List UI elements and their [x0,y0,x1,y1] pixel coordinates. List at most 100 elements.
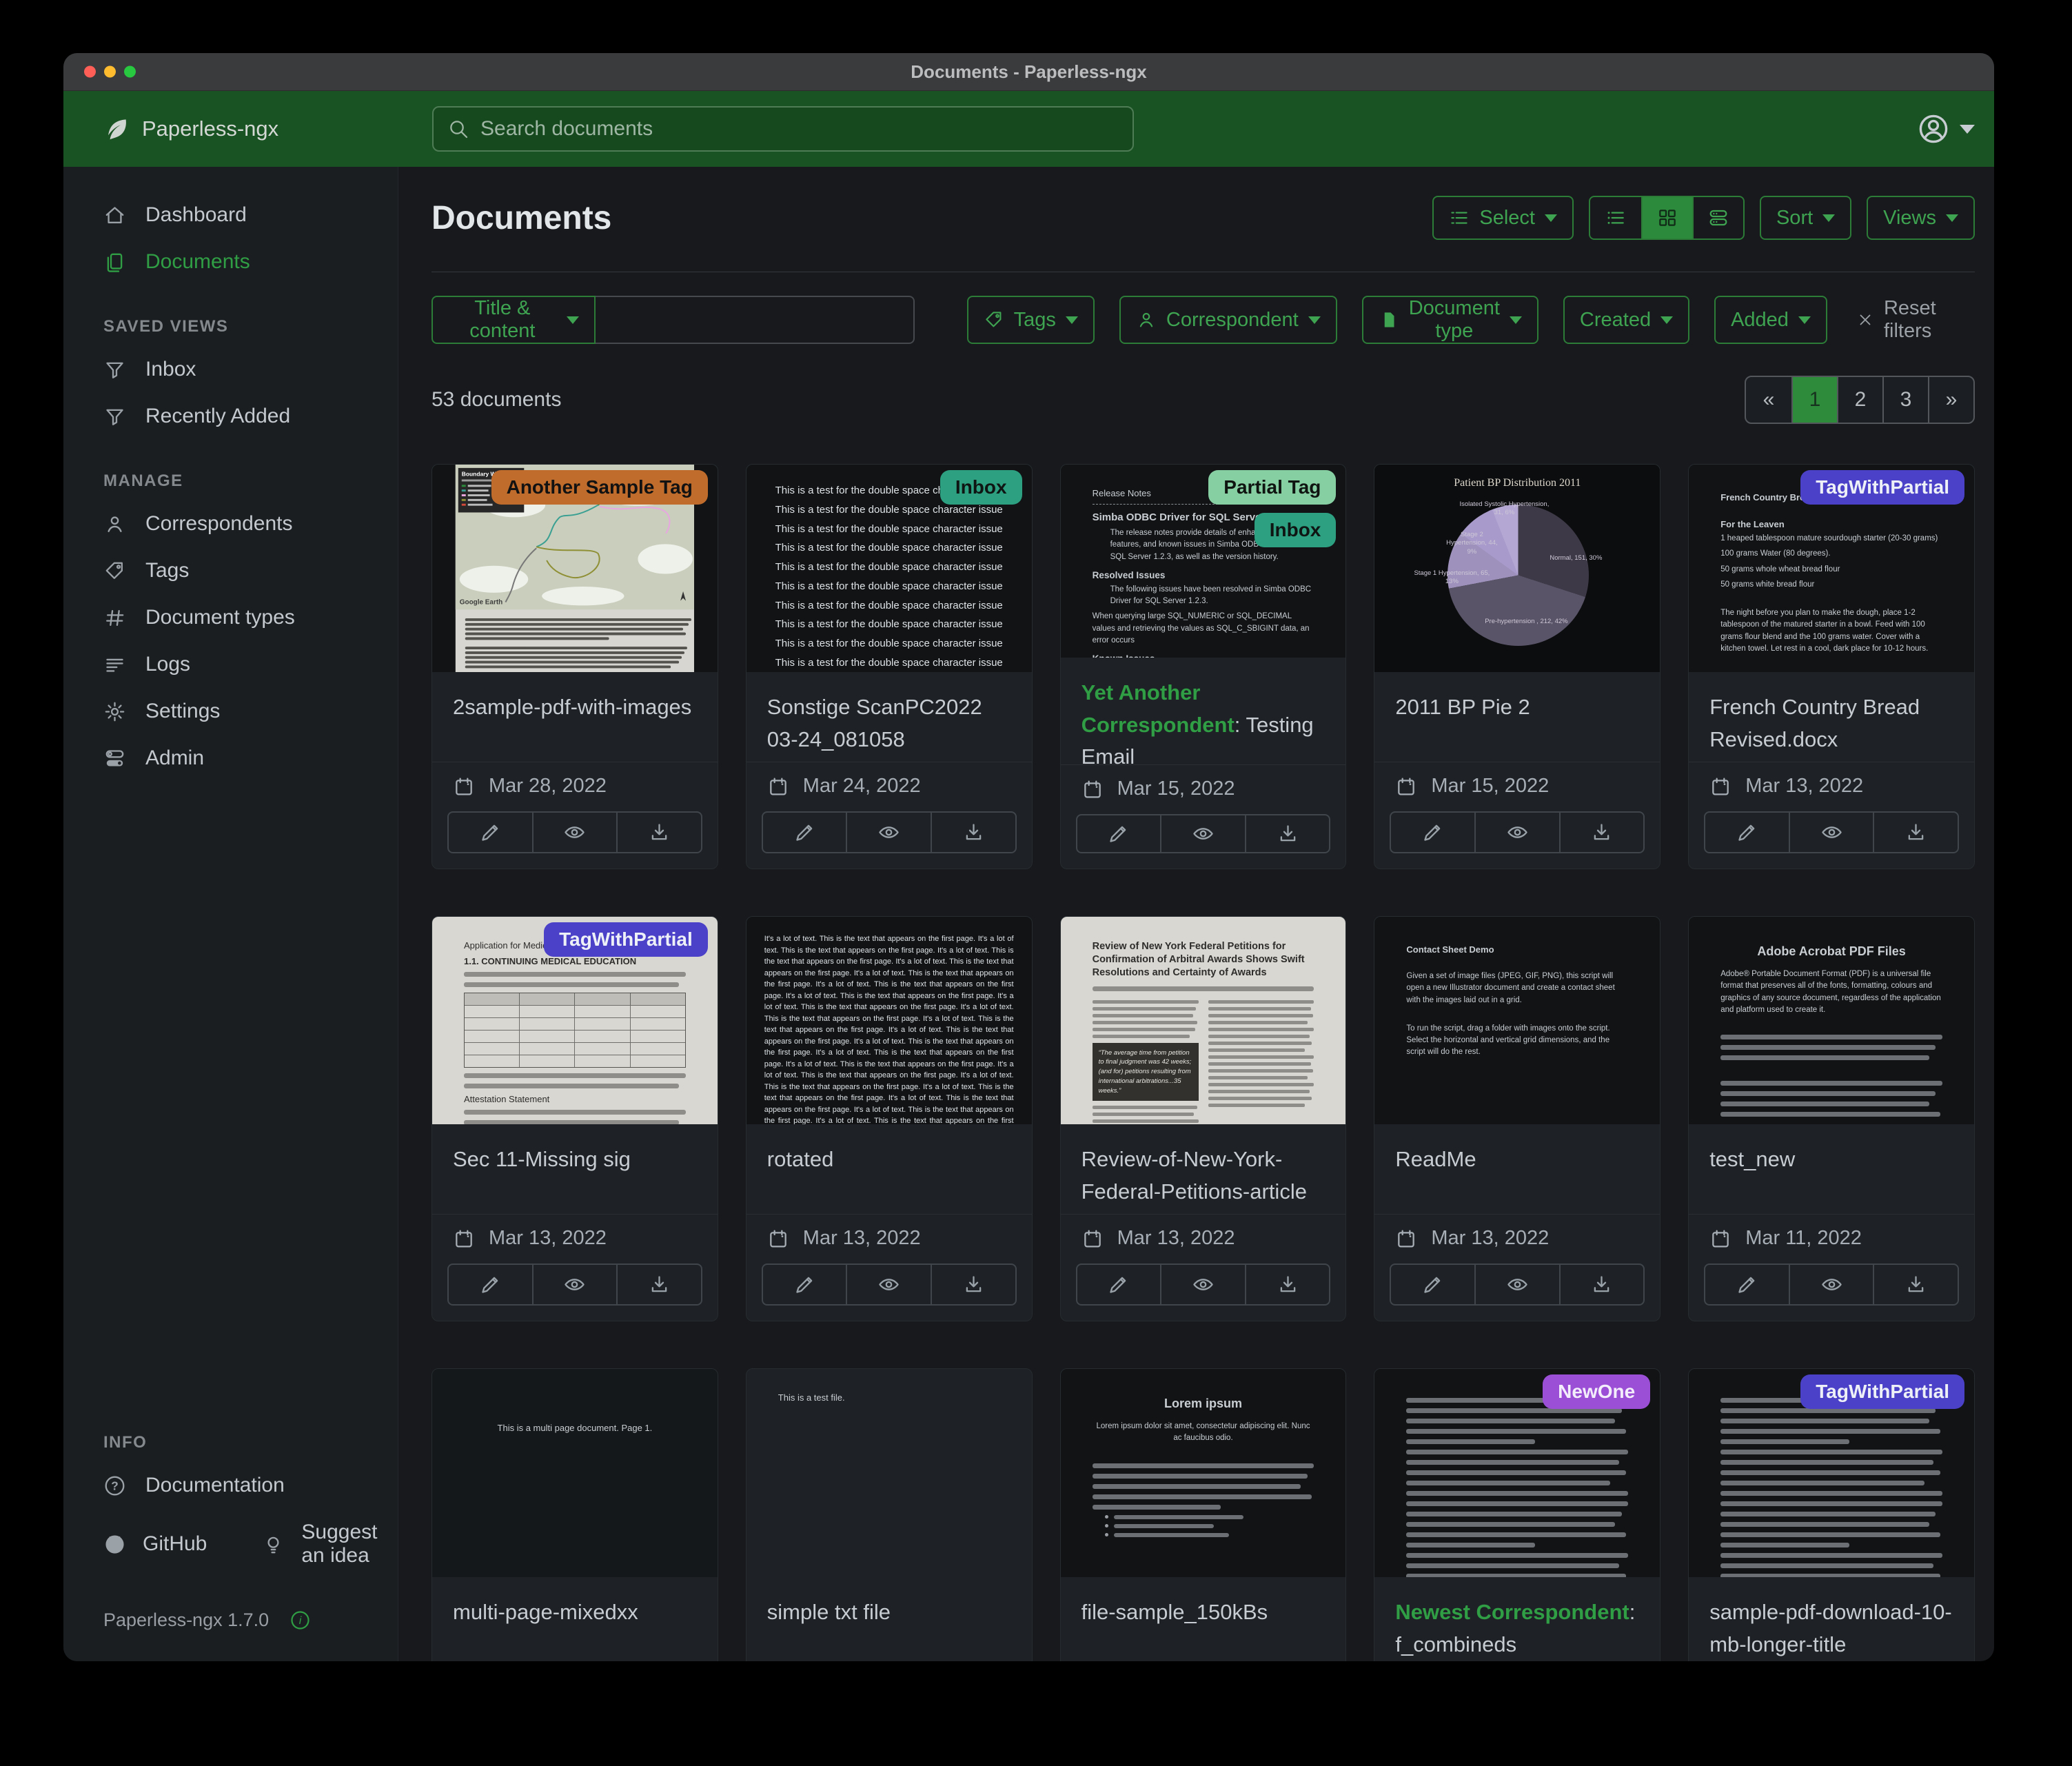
edit-button[interactable] [1391,813,1474,852]
document-card[interactable]: French Country BreadFor the Leaven1 heap… [1688,464,1975,869]
search-input[interactable] [480,117,1119,141]
user-menu[interactable] [1917,112,1975,145]
view-button[interactable] [1160,815,1245,852]
suggest-idea-link[interactable]: Suggest an idea [262,1521,377,1567]
document-card[interactable]: NewOneNewest Correspondent: f_combineds [1374,1368,1660,1661]
view-button[interactable] [846,1265,931,1304]
view-button[interactable] [532,1265,617,1304]
sidebar-item-settings[interactable]: Settings [63,688,398,735]
sidebar-item-tags[interactable]: Tags [63,547,398,594]
filter-created-button[interactable]: Created [1563,296,1689,344]
pagination-prev[interactable]: « [1746,377,1791,423]
view-grid-toggle[interactable] [1641,197,1692,238]
sidebar-item-admin[interactable]: Admin [63,735,398,782]
filter-document-type-button[interactable]: Document type [1362,296,1538,344]
sidebar-item-inbox[interactable]: Inbox [63,346,398,393]
edit-button[interactable] [1705,1265,1789,1304]
correspondent-link[interactable]: Yet Another Correspondent [1081,680,1235,737]
select-button[interactable]: Select [1432,196,1574,240]
document-title[interactable]: Review-of-New-York-Federal-Petitions-art… [1061,1124,1346,1214]
download-button[interactable] [1559,813,1644,852]
document-card[interactable]: This is a multi page document. Page 1.mu… [431,1368,718,1661]
edit-button[interactable] [1705,813,1789,852]
tag-badge[interactable]: TagWithPartial [544,922,708,957]
edit-button[interactable] [449,813,532,852]
document-title[interactable]: 2sample-pdf-with-images [432,672,718,762]
download-button[interactable] [616,1265,701,1304]
document-thumbnail[interactable]: Review of New York Federal Petitions for… [1061,917,1346,1124]
document-card[interactable]: Contact Sheet DemoGiven a set of image f… [1374,916,1660,1321]
tag-badge[interactable]: TagWithPartial [1800,1374,1964,1409]
filter-field-button[interactable]: Title & content [431,296,596,344]
download-button[interactable] [1873,813,1958,852]
tag-badge[interactable]: TagWithPartial [1800,470,1964,505]
document-thumbnail[interactable]: Patient BP Distribution 2011Normal, 151,… [1374,465,1660,672]
download-button[interactable] [931,1265,1015,1304]
edit-button[interactable] [763,813,846,852]
sidebar-item-documentation[interactable]: ?Documentation [63,1462,398,1509]
document-title[interactable]: Sonstige ScanPC2022 03-24_081058 [746,672,1032,762]
github-link[interactable]: GitHub [103,1532,207,1556]
pagination-next[interactable]: » [1928,377,1973,423]
view-button[interactable] [532,813,617,852]
correspondent-link[interactable]: Newest Correspondent [1395,1600,1629,1624]
tag-badge[interactable]: Inbox [940,470,1022,505]
document-card[interactable]: This is a test file.simple txt file [746,1368,1033,1661]
document-thumbnail[interactable]: This is a multi page document. Page 1. [432,1369,718,1577]
document-card[interactable]: Application for Medical Staff Membership… [431,916,718,1321]
sidebar-item-document-types[interactable]: Document types [63,594,398,641]
download-button[interactable] [616,813,701,852]
document-thumbnail[interactable]: This is a test file. [746,1369,1032,1577]
view-button[interactable] [1474,813,1559,852]
tag-badge[interactable]: Partial Tag [1208,470,1336,505]
document-card[interactable]: Lorem ipsumLorem ipsum dolor sit amet, c… [1060,1368,1347,1661]
document-title[interactable]: Yet Another Correspondent: Testing Email [1061,658,1346,764]
tag-badge[interactable]: NewOne [1543,1374,1650,1409]
zoom-button[interactable] [124,66,136,78]
pagination-page-1[interactable]: 1 [1791,377,1837,423]
document-title[interactable]: simple txt file [746,1577,1032,1661]
view-list-toggle[interactable] [1590,197,1641,238]
document-card[interactable]: It's a lot of text. This is the text tha… [746,916,1033,1321]
filter-text-input[interactable] [596,296,915,344]
edit-button[interactable] [763,1265,846,1304]
download-button[interactable] [1245,1265,1330,1304]
document-title[interactable]: French Country Bread Revised.docx [1689,672,1974,762]
filter-added-button[interactable]: Added [1714,296,1827,344]
edit-button[interactable] [1391,1265,1474,1304]
sidebar-item-dashboard[interactable]: Dashboard [63,192,398,238]
document-card[interactable]: Review of New York Federal Petitions for… [1060,916,1347,1321]
reset-filters-button[interactable]: Reset filters [1856,297,1975,343]
document-title[interactable]: file-sample_150kBs [1061,1577,1346,1661]
document-card[interactable]: Boundary Waters TripGoogle EarthAnother … [431,464,718,869]
pagination-page-3[interactable]: 3 [1882,377,1928,423]
pagination-page-2[interactable]: 2 [1837,377,1882,423]
document-card[interactable]: Patient BP Distribution 2011Normal, 151,… [1374,464,1660,869]
view-button[interactable] [1160,1265,1245,1304]
document-card[interactable]: TagWithPartialsample-pdf-download-10-mb-… [1688,1368,1975,1661]
sidebar-item-logs[interactable]: Logs [63,641,398,688]
view-button[interactable] [1474,1265,1559,1304]
sort-button[interactable]: Sort [1760,196,1851,240]
download-button[interactable] [1873,1265,1958,1304]
document-title[interactable]: test_new [1689,1124,1974,1214]
edit-button[interactable] [449,1265,532,1304]
view-button[interactable] [846,813,931,852]
tag-badge[interactable]: Another Sample Tag [491,470,708,505]
minimize-button[interactable] [104,66,116,78]
views-button[interactable]: Views [1867,196,1975,240]
document-thumbnail[interactable]: Contact Sheet DemoGiven a set of image f… [1374,917,1660,1124]
close-button[interactable] [84,66,96,78]
document-thumbnail[interactable]: Adobe Acrobat PDF FilesAdobe® Portable D… [1689,917,1974,1124]
document-title[interactable]: ReadMe [1374,1124,1660,1214]
document-title[interactable]: 2011 BP Pie 2 [1374,672,1660,762]
document-thumbnail[interactable]: Lorem ipsumLorem ipsum dolor sit amet, c… [1061,1369,1346,1577]
download-button[interactable] [1559,1265,1644,1304]
sidebar-item-correspondents[interactable]: Correspondents [63,500,398,547]
app-logo[interactable]: Paperless-ngx [102,114,278,143]
view-button[interactable] [1789,1265,1873,1304]
sidebar-item-documents[interactable]: Documents [63,238,398,285]
document-card[interactable]: Adobe Acrobat PDF FilesAdobe® Portable D… [1688,916,1975,1321]
document-title[interactable]: Sec 11-Missing sig [432,1124,718,1214]
document-card[interactable]: Release NotesSimba ODBC Driver for SQL S… [1060,464,1347,869]
